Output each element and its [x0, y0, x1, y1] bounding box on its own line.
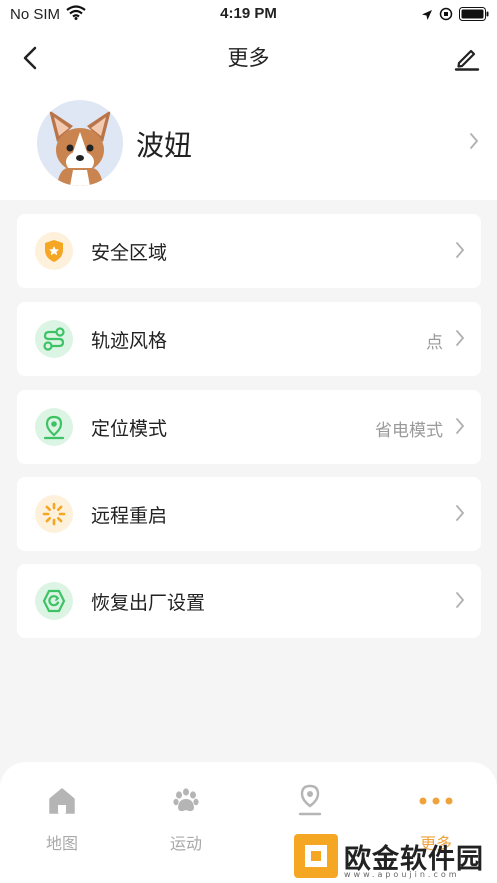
menu-item-value: 省电模式	[375, 421, 443, 441]
chevron-right-icon	[455, 591, 465, 613]
factory-reset-icon	[35, 582, 73, 620]
menu-item-value: 点	[426, 333, 443, 353]
status-bar: No SIM 4:19 PM	[0, 0, 497, 30]
location-pin-icon	[35, 408, 73, 446]
profile-name: 波妞	[136, 129, 193, 162]
tab-exercise[interactable]: 运动	[136, 784, 236, 854]
avatar	[37, 100, 123, 186]
tab-map[interactable]: 地图	[12, 784, 112, 854]
paw-icon	[136, 784, 236, 818]
watermark-url: www.apoujin.com	[344, 870, 460, 879]
menu-item-factory-reset[interactable]: 恢复出厂设置	[17, 564, 481, 638]
track-style-icon	[35, 320, 73, 358]
home-icon	[12, 784, 112, 818]
menu-item-label: 定位模式	[91, 418, 168, 440]
menu-item-track-style[interactable]: 轨迹风格 点	[17, 302, 481, 376]
menu-item-label: 恢复出厂设置	[91, 592, 206, 614]
navigation-bar: 更多	[0, 30, 497, 88]
battery-icon	[459, 6, 489, 25]
chevron-right-icon	[469, 132, 479, 154]
menu-item-label: 轨迹风格	[91, 330, 168, 352]
more-dots-icon	[386, 784, 486, 818]
edit-button[interactable]	[449, 40, 485, 76]
chevron-right-icon	[455, 329, 465, 351]
watermark: 欧金软件园 www.apoujin.com	[294, 832, 494, 880]
tab-label: 地图	[45, 834, 78, 853]
chevron-right-icon	[455, 241, 465, 263]
chevron-right-icon	[455, 417, 465, 439]
pencil-icon	[454, 49, 480, 71]
track-pin-icon	[260, 784, 360, 818]
location-arrow-icon	[421, 6, 433, 25]
orientation-lock-icon	[439, 6, 453, 25]
tab-label: 运动	[169, 834, 202, 853]
menu-item-label: 安全区域	[91, 242, 168, 264]
watermark-logo-icon	[294, 834, 338, 878]
shield-icon	[35, 232, 73, 270]
menu-item-label: 远程重启	[91, 505, 168, 527]
loading-spinner-icon	[35, 495, 73, 533]
menu-item-safe-zone[interactable]: 安全区域	[17, 214, 481, 288]
menu-item-location-mode[interactable]: 定位模式 省电模式	[17, 390, 481, 464]
menu-item-remote-restart[interactable]: 远程重启	[17, 477, 481, 551]
chevron-right-icon	[455, 504, 465, 526]
profile-card[interactable]: 波妞	[0, 88, 497, 200]
page-title: 更多	[227, 46, 270, 70]
corgi-avatar-icon	[49, 110, 111, 186]
